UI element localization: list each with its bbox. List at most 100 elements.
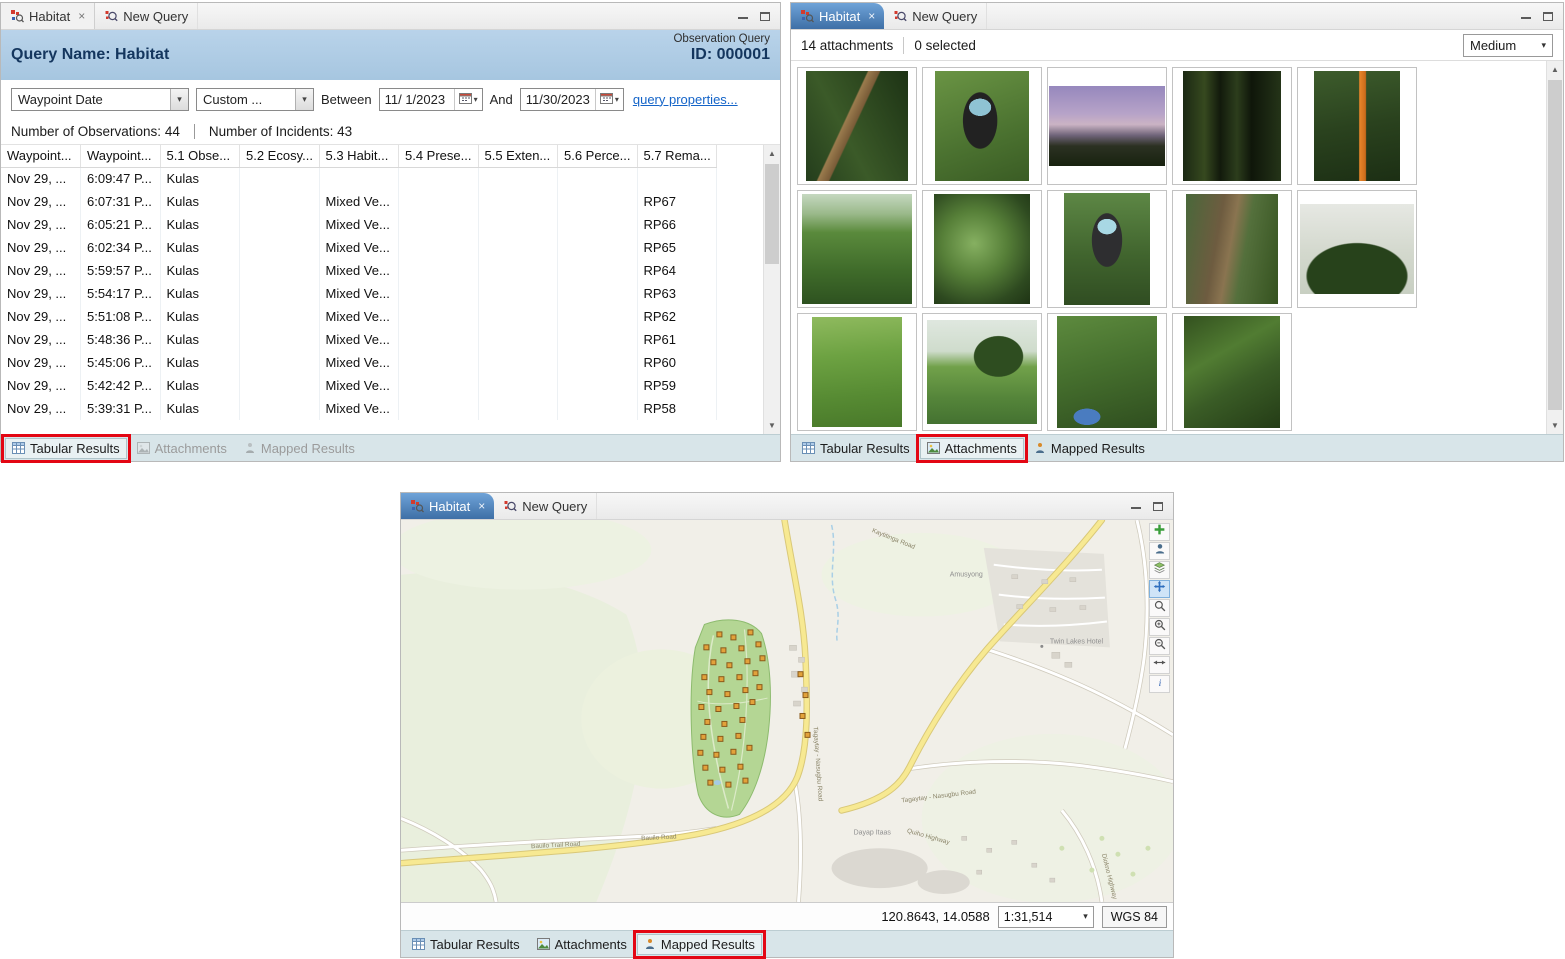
minimize-icon[interactable] [1131,502,1141,511]
table-cell[interactable] [398,259,479,282]
table-cell[interactable] [398,374,479,397]
table-cell[interactable]: 5:59:57 P... [80,259,161,282]
table-cell[interactable]: 6:07:31 P... [80,190,161,213]
table-cell[interactable] [478,213,558,236]
result-tab-tabular-results[interactable]: Tabular Results [795,438,917,459]
table-cell[interactable] [557,213,638,236]
table-cell[interactable] [478,190,558,213]
waypoint-marker[interactable] [706,689,713,696]
table-cell[interactable] [557,305,638,328]
table-cell[interactable]: 6:02:34 P... [80,236,161,259]
waypoint-marker[interactable] [756,684,763,691]
chevron-down-icon[interactable]: ▾ [170,88,188,110]
table-cell[interactable] [398,351,479,374]
waypoint-marker[interactable] [698,704,705,711]
table-cell[interactable]: Kulas [160,259,240,282]
table-cell[interactable] [478,167,558,190]
date-picker-button[interactable]: ▾ [453,88,482,110]
table-cell[interactable] [398,397,479,420]
table-cell[interactable] [557,397,638,420]
attachment-thumbnail-fern-foliage[interactable] [922,190,1042,308]
table-row[interactable]: Nov 29, ... 5:45:06 P... Kulas Mixed Ve... R… [1,351,717,374]
waypoint-marker[interactable] [737,763,744,770]
scroll-down-icon[interactable]: ▼ [764,417,780,434]
table-cell[interactable] [398,328,479,351]
map-scale-dropdown[interactable]: 1:31,514 ▾ [997,905,1094,928]
identify-button[interactable] [1149,542,1170,560]
waypoint-marker[interactable] [755,641,762,648]
table-cell[interactable]: Mixed Ve... [319,236,399,259]
table-cell[interactable] [478,236,558,259]
close-icon[interactable]: × [78,9,85,23]
table-cell[interactable] [478,397,558,420]
table-cell[interactable]: Nov 29, ... [1,259,81,282]
result-tab-mapped-results[interactable]: Mapped Results [1027,438,1152,459]
table-cell[interactable]: Kulas [160,305,240,328]
table-cell[interactable] [319,167,399,190]
table-cell[interactable]: Kulas [160,397,240,420]
table-cell[interactable]: RP59 [637,374,717,397]
column-header[interactable]: Waypoint... [80,145,161,168]
waypoint-marker[interactable] [713,751,720,758]
table-cell[interactable]: Kulas [160,167,240,190]
waypoint-marker[interactable] [733,703,740,710]
waypoint-marker[interactable] [701,674,708,681]
table-cell[interactable] [478,328,558,351]
waypoint-marker[interactable] [749,699,756,706]
waypoint-marker[interactable] [744,658,751,665]
waypoint-marker[interactable] [799,712,806,719]
column-header[interactable]: 5.6 Perce... [557,145,638,168]
table-row[interactable]: Nov 29, ... 6:07:31 P... Kulas Mixed Ve... R… [1,190,717,213]
table-cell[interactable]: Nov 29, ... [1,190,81,213]
query-properties-link[interactable]: query properties... [633,92,738,107]
table-row[interactable]: Nov 29, ... 5:48:36 P... Kulas Mixed Ve... R… [1,328,717,351]
table-row[interactable]: Nov 29, ... 5:51:08 P... Kulas Mixed Ve... R… [1,305,717,328]
table-cell[interactable]: Nov 29, ... [1,213,81,236]
column-header[interactable]: 5.5 Exten... [478,145,558,168]
close-icon[interactable]: × [478,499,485,513]
table-cell[interactable]: RP65 [637,236,717,259]
table-cell[interactable] [557,351,638,374]
waypoint-marker[interactable] [710,659,717,666]
table-cell[interactable] [557,190,638,213]
waypoint-marker[interactable] [697,749,704,756]
table-cell[interactable] [478,259,558,282]
table-cell[interactable]: Nov 29, ... [1,397,81,420]
table-cell[interactable]: Kulas [160,328,240,351]
table-cell[interactable] [398,190,479,213]
pan-button[interactable] [1149,580,1170,598]
attachment-thumbnail-hillside-trees[interactable] [797,190,917,308]
table-cell[interactable]: RP60 [637,351,717,374]
table-cell[interactable]: RP67 [637,190,717,213]
zoom-box-button[interactable] [1149,599,1170,617]
table-cell[interactable] [239,236,320,259]
table-cell[interactable] [398,282,479,305]
table-cell[interactable]: 6:05:21 P... [80,213,161,236]
tab-new-query[interactable]: New Query [494,493,598,519]
table-cell[interactable] [239,305,320,328]
column-header[interactable]: 5.1 Obse... [160,145,240,168]
table-cell[interactable]: Nov 29, ... [1,282,81,305]
table-cell[interactable]: Mixed Ve... [319,351,399,374]
table-cell[interactable]: Kulas [160,374,240,397]
tab-habitat[interactable]: Habitat × [791,3,885,29]
result-tab-mapped-results[interactable]: Mapped Results [632,929,766,959]
attachment-thumbnail-forest-understory[interactable] [1172,313,1292,431]
table-cell[interactable]: RP63 [637,282,717,305]
attachment-thumbnail-tea-field-trees[interactable] [922,313,1042,431]
attachment-thumbnail-grassy-clearing[interactable] [797,313,917,431]
column-header[interactable]: 5.3 Habit... [319,145,399,168]
table-cell[interactable] [557,328,638,351]
waypoint-marker[interactable] [726,662,733,669]
info-button[interactable]: i [1149,675,1170,693]
waypoint-marker[interactable] [720,647,727,654]
close-icon[interactable]: × [868,9,875,23]
waypoint-marker[interactable] [716,631,723,638]
vertical-scrollbar[interactable]: ▲ ▼ [1546,61,1563,434]
column-header[interactable]: 5.4 Prese... [398,145,479,168]
table-row[interactable]: Nov 29, ... 6:09:47 P... Kulas [1,167,717,190]
waypoint-marker[interactable] [700,733,707,740]
waypoint-marker[interactable] [730,634,737,641]
table-cell[interactable]: Kulas [160,236,240,259]
waypoint-marker[interactable] [738,645,745,652]
